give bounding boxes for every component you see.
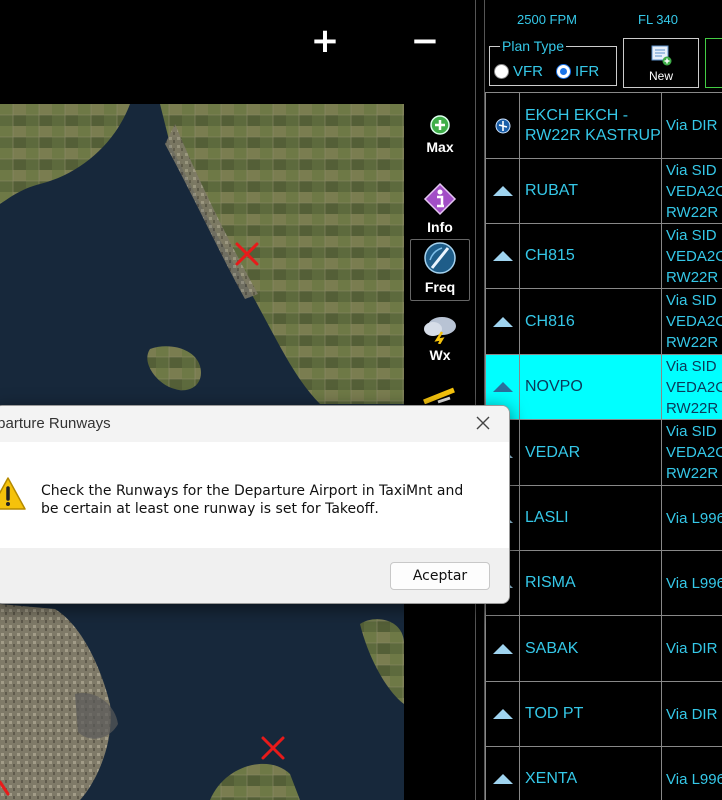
wx-label: Wx: [429, 347, 451, 363]
info-icon: [423, 182, 457, 216]
storm-cloud-icon: [424, 317, 456, 345]
info-button[interactable]: Info: [410, 182, 470, 244]
waypoint-via: Via SID VEDA2C RW22R: [666, 292, 722, 351]
row-icon-cell: [485, 616, 520, 681]
table-row[interactable]: XENTA Via L996: [485, 746, 722, 800]
climb-rate: 2500 FPM: [517, 12, 577, 27]
table-row-selected[interactable]: NOVPO Via SID VEDA2C RW22R: [485, 354, 722, 419]
airport-icon: [495, 118, 510, 133]
waypoint-triangle-icon: [492, 709, 513, 719]
waypoint-via: Via L996: [666, 574, 722, 592]
zoom-out-button[interactable]: −: [410, 24, 440, 58]
warning-icon: [0, 477, 26, 510]
ifr-radio[interactable]: IFR: [556, 63, 599, 80]
plan-type-label: Plan Type: [500, 38, 567, 54]
waypoint-via: Via SID VEDA2C RW22R: [666, 161, 722, 221]
table-row[interactable]: RUBAT Via SID VEDA2C RW22R: [485, 158, 722, 223]
table-row[interactable]: VEDAR Via SID VEDA2C RW22R: [485, 419, 722, 485]
ok-button[interactable]: Aceptar: [390, 562, 490, 590]
flight-plan-panel: 2500 FPM FL 340 Plan Type VFR IFR New EK…: [485, 0, 722, 800]
waypoint-triangle-icon: [492, 316, 513, 327]
waypoint-name: EKCH EKCH - RW22R KASTRUP: [520, 93, 662, 158]
table-row[interactable]: RISMA Via L996: [485, 550, 722, 615]
table-row[interactable]: SABAK Via DIR: [485, 615, 722, 681]
waypoint-via: Via DIR: [666, 705, 718, 723]
dialog-titlebar[interactable]: Missing Departure Runways: [0, 406, 509, 442]
table-row[interactable]: TOD PT Via DIR: [485, 681, 722, 746]
waypoint-triangle-icon: [492, 643, 513, 654]
freq-label: Freq: [424, 279, 456, 295]
waypoint-via: Via L996: [666, 770, 722, 788]
waypoint-name: RISMA: [520, 551, 662, 615]
waypoint-name: XENTA: [520, 747, 662, 800]
waypoint-via: Via DIR: [666, 117, 718, 134]
map-panel: + − Max Info Freq Wx: [0, 0, 475, 800]
info-label: Info: [427, 219, 453, 235]
row-icon-cell: [485, 682, 520, 746]
table-row[interactable]: CH816 Via SID VEDA2C RW22R: [485, 288, 722, 354]
plan-type-group: Plan Type VFR IFR: [489, 38, 617, 86]
waypoint-via: Via SID VEDA2C RW22R: [666, 357, 722, 417]
new-label: New: [648, 69, 673, 83]
wx-button[interactable]: Wx: [410, 312, 470, 374]
new-document-icon: [651, 45, 672, 66]
table-row[interactable]: EKCH EKCH - RW22R KASTRUP Via DIR: [485, 92, 722, 158]
dialog-message: Check the Runways for the Departure Airp…: [41, 483, 464, 517]
plus-circle-icon: [430, 115, 450, 135]
table-row[interactable]: CH815 Via SID VEDA2C RW22R: [485, 223, 722, 288]
waypoint-name: TOD PT: [520, 682, 662, 746]
radio-button[interactable]: [494, 64, 509, 79]
runway-tool-icon[interactable]: [422, 386, 456, 404]
new-plan-button[interactable]: New: [623, 38, 699, 88]
vfr-label: VFR: [513, 63, 543, 80]
waypoint-triangle-icon: [492, 251, 513, 261]
table-row[interactable]: LASLI Via L996: [485, 485, 722, 550]
waypoint-triangle-icon: [492, 382, 513, 392]
row-icon-cell: [485, 747, 520, 800]
waypoint-name: CH816: [520, 289, 662, 354]
panel-divider[interactable]: [475, 0, 485, 800]
waypoint-name: VEDAR: [520, 420, 662, 485]
vfr-radio[interactable]: VFR: [494, 63, 543, 80]
row-icon-cell: [485, 224, 520, 288]
close-icon[interactable]: [473, 413, 493, 433]
cruise-level: FL 340: [638, 12, 678, 27]
waypoint-name: CH815: [520, 224, 662, 288]
max-label: Max: [426, 139, 454, 155]
waypoint-via: Via SID VEDA2C RW22R: [666, 423, 722, 482]
waypoint-name: LASLI: [520, 486, 662, 550]
antenna-icon: [424, 242, 456, 274]
row-icon-cell: [485, 93, 520, 158]
row-icon-cell: [485, 159, 520, 223]
waypoint-via: Via L996: [666, 509, 722, 527]
waypoint-via: Via DIR: [666, 640, 718, 657]
waypoint-name: RUBAT: [520, 159, 662, 223]
row-icon-cell: [485, 289, 520, 354]
freq-button[interactable]: Freq: [410, 239, 470, 301]
zoom-in-button[interactable]: +: [310, 24, 340, 58]
dialog-footer: Aceptar: [0, 548, 509, 603]
radio-button-selected[interactable]: [556, 64, 571, 79]
max-button[interactable]: Max: [410, 114, 470, 176]
waypoint-triangle-icon: [492, 774, 513, 784]
partial-button[interactable]: [705, 38, 722, 88]
dialog-body: Check the Runways for the Departure Airp…: [0, 442, 509, 548]
waypoint-triangle-icon: [492, 186, 513, 196]
dialog-title: Missing Departure Runways: [0, 415, 111, 432]
waypoint-via: Via SID VEDA2C RW22R: [666, 226, 722, 286]
zoom-bar: + −: [0, 0, 475, 104]
warning-dialog: Missing Departure Runways Check the Runw…: [0, 405, 510, 604]
waypoint-name: SABAK: [520, 616, 662, 681]
ifr-label: IFR: [575, 63, 600, 80]
waypoint-name: NOVPO: [520, 355, 662, 419]
